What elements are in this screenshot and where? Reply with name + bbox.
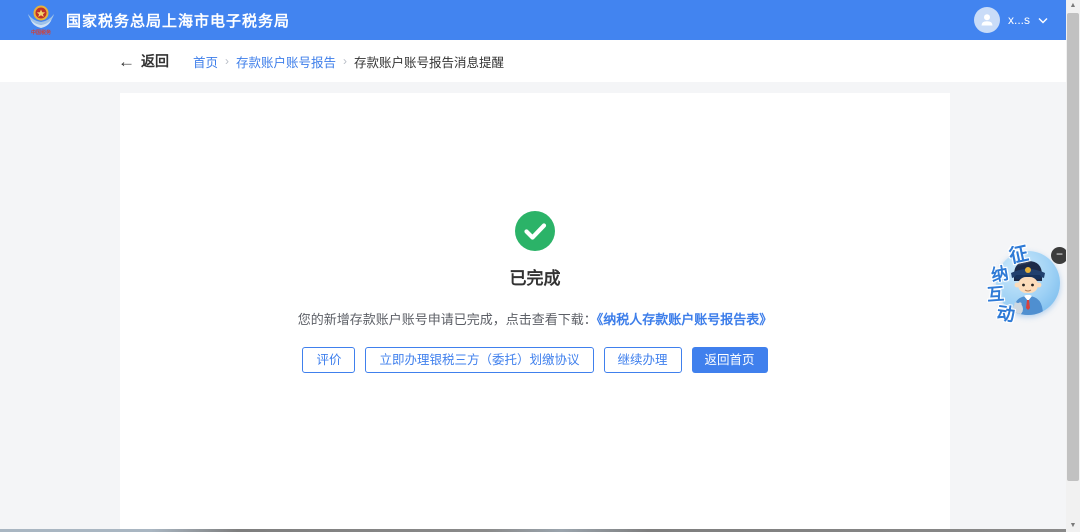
svg-text:中国税务: 中国税务 (31, 29, 52, 36)
breadcrumb: 首页 › 存款账户账号报告 › 存款账户账号报告消息提醒 (193, 52, 504, 71)
chevron-down-icon (1038, 17, 1048, 23)
tax-bureau-logo-icon: 中国税务 (28, 5, 54, 36)
interaction-widget: 征 纳 互 动 − (984, 238, 1074, 330)
back-arrow-icon: ← (118, 51, 135, 71)
evaluate-button[interactable]: 评价 (302, 347, 356, 373)
back-label: 返回 (141, 53, 169, 69)
page-title: 国家税务总局上海市电子税务局 (66, 12, 291, 30)
app-header: 中国税务 国家税务总局上海市电子税务局 x...s (0, 0, 1066, 40)
status-title: 已完成 (509, 269, 561, 288)
breadcrumb-bar: ← 返回 首页 › 存款账户账号报告 › 存款账户账号报告消息提醒 (0, 40, 1066, 82)
vertical-scrollbar[interactable]: ▲ ▼ (1066, 0, 1080, 532)
breadcrumb-separator: › (343, 54, 348, 68)
result-message: 您的新增存款账户账号申请已完成，点击查看下载：《纳税人存款账户账号报告表》 (298, 309, 773, 328)
tax-officer-mascot-icon (1011, 261, 1045, 315)
scrollbar-thumb[interactable] (1067, 13, 1079, 481)
message-text: 您的新增存款账户账号申请已完成，点击查看下载： (297, 312, 597, 327)
breadcrumb-report[interactable]: 存款账户账号报告 (236, 52, 336, 71)
scroll-up-icon[interactable]: ▲ (1066, 0, 1080, 12)
success-check-icon (515, 211, 555, 251)
tax-mascot-badge[interactable] (996, 251, 1060, 315)
breadcrumb-current: 存款账户账号报告消息提醒 (354, 55, 505, 70)
report-download-link[interactable]: 《纳税人存款账户账号报告表》 (597, 312, 773, 327)
breadcrumb-home[interactable]: 首页 (193, 52, 218, 71)
breadcrumb-separator: › (225, 54, 230, 68)
tripartite-agreement-button[interactable]: 立即办理银税三方（委托）划缴协议 (365, 347, 594, 373)
continue-button[interactable]: 继续办理 (603, 347, 682, 373)
user-avatar[interactable] (973, 7, 1000, 33)
user-name[interactable]: x...s (1008, 13, 1030, 27)
back-button[interactable]: ← 返回 (118, 51, 169, 71)
action-buttons: 评价 立即办理银税三方（委托）划缴协议 继续办理 返回首页 (302, 347, 768, 373)
person-icon (981, 14, 993, 26)
scroll-down-icon[interactable]: ▼ (1066, 520, 1080, 532)
return-home-button[interactable]: 返回首页 (691, 347, 768, 373)
result-card: 已完成 您的新增存款账户账号申请已完成，点击查看下载：《纳税人存款账户账号报告表… (120, 93, 950, 532)
user-menu[interactable]: x...s (973, 7, 1048, 33)
